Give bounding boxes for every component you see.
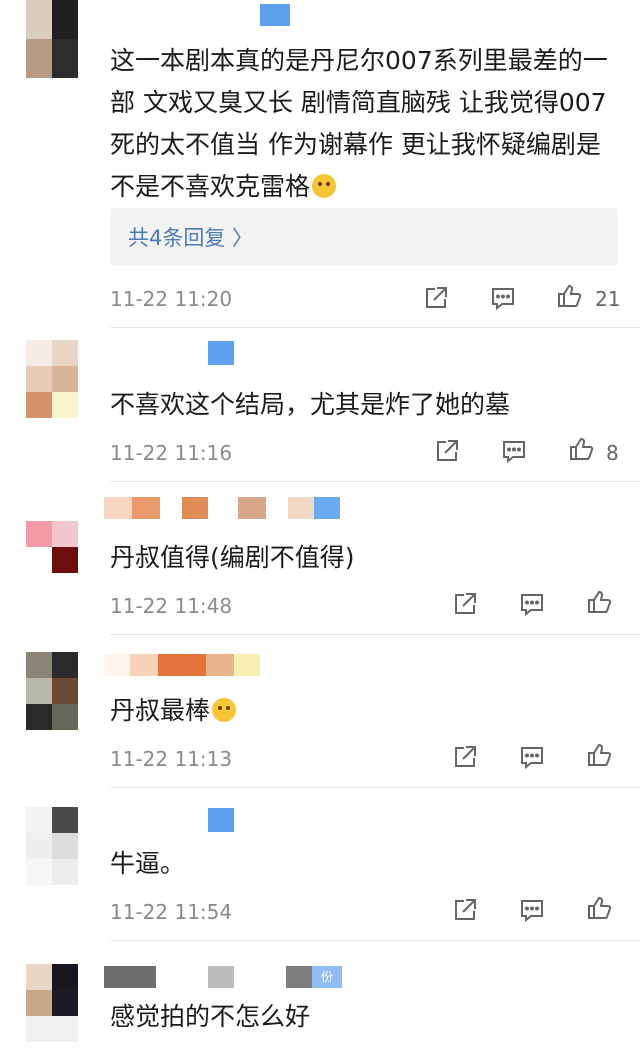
- comment-time: 11-22 11:13: [110, 747, 233, 771]
- username[interactable]: [208, 807, 234, 833]
- username[interactable]: [104, 495, 340, 521]
- like-icon[interactable]: [586, 742, 612, 768]
- comment-item-6: 份 感觉拍的不怎么好: [0, 940, 640, 1051]
- like-count: 21: [595, 287, 621, 311]
- username[interactable]: [200, 2, 290, 28]
- comment-text: 不喜欢这个结局，尤其是炸了她的墓: [110, 390, 511, 419]
- avatar[interactable]: [26, 652, 78, 730]
- level-badge: 份: [312, 966, 342, 988]
- like-icon[interactable]: [568, 436, 594, 462]
- comment-text: 感觉拍的不怎么好: [110, 1002, 311, 1031]
- comment-text: 丹叔最棒: [110, 690, 615, 732]
- comment-time: 11-22 11:16: [110, 441, 233, 465]
- comment-icon[interactable]: [519, 591, 545, 617]
- share-icon[interactable]: [452, 744, 478, 770]
- like-icon[interactable]: [556, 283, 582, 309]
- username[interactable]: [208, 340, 234, 366]
- avatar[interactable]: [26, 521, 78, 573]
- comment-item-2: 不喜欢这个结局，尤其是炸了她的墓 11-22 11:16 8: [0, 328, 640, 481]
- comment-item-1: 这一本剧本真的是丹尼尔007系列里最差的一部 文戏又臭又长 剧情简直脑残 让我觉…: [0, 0, 640, 328]
- share-icon[interactable]: [452, 897, 478, 923]
- comment-time: 11-22 11:20: [110, 287, 233, 311]
- comment-time: 11-22 11:54: [110, 900, 233, 924]
- like-icon[interactable]: [586, 589, 612, 615]
- comment-text-content: 丹叔最棒: [110, 696, 211, 725]
- like-count: 8: [606, 441, 619, 465]
- comment-item-3: 丹叔值得(编剧不值得) 11-22 11:48: [0, 481, 640, 634]
- comment-icon[interactable]: [490, 285, 516, 311]
- comment-icon[interactable]: [519, 744, 545, 770]
- share-icon[interactable]: [452, 591, 478, 617]
- avatar[interactable]: [26, 807, 78, 885]
- emoji-icon: [312, 174, 337, 198]
- comment-icon[interactable]: [501, 438, 527, 464]
- username[interactable]: 份: [104, 964, 342, 990]
- emoji-icon: [212, 698, 237, 722]
- replies-link[interactable]: 共4条回复 〉: [110, 208, 618, 266]
- comment-text: 牛逼。: [110, 849, 186, 878]
- comment-text: 丹叔值得(编剧不值得): [110, 543, 355, 572]
- username[interactable]: [104, 652, 260, 678]
- share-icon[interactable]: [423, 285, 449, 311]
- avatar[interactable]: [26, 340, 78, 418]
- comment-icon[interactable]: [519, 897, 545, 923]
- share-icon[interactable]: [434, 438, 460, 464]
- avatar[interactable]: [26, 0, 78, 78]
- avatar[interactable]: [26, 964, 78, 1042]
- comment-text: 这一本剧本真的是丹尼尔007系列里最差的一部 文戏又臭又长 剧情简直脑残 让我觉…: [110, 46, 608, 201]
- like-icon[interactable]: [586, 895, 612, 921]
- comment-item-4: 丹叔最棒 11-22 11:13: [0, 634, 640, 787]
- comment-item-5: 牛逼。 11-22 11:54: [0, 787, 640, 940]
- comment-time: 11-22 11:48: [110, 594, 233, 618]
- replies-label: 共4条回复 〉: [128, 226, 254, 250]
